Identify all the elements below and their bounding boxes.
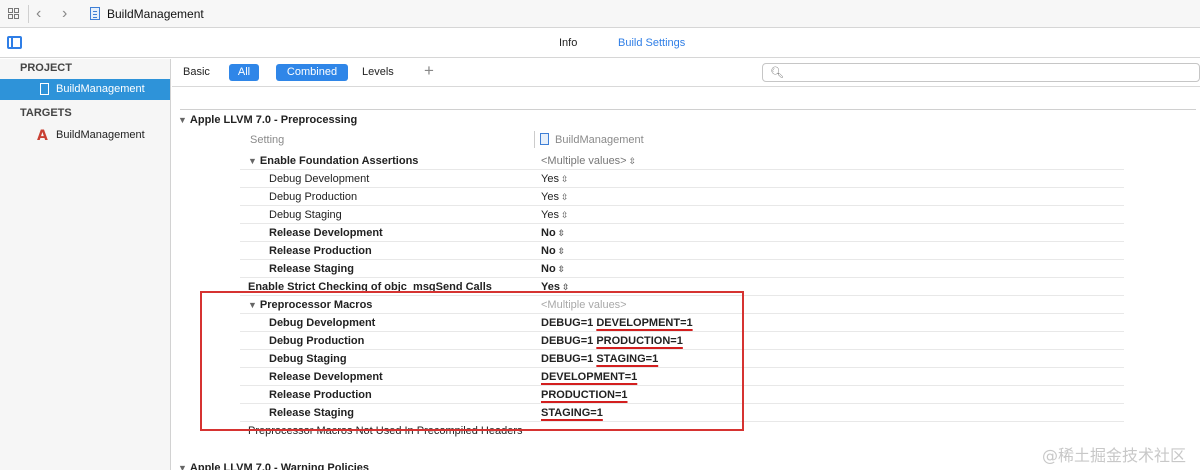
related-items-grid-icon[interactable] bbox=[8, 8, 19, 19]
search-icon: 🔍︎ bbox=[770, 67, 784, 79]
project-navigator: PROJECT BuildManagement TARGETS A BuildM… bbox=[0, 59, 171, 470]
setting-value: Yes bbox=[541, 209, 559, 221]
stepper-icon[interactable]: ⇳ bbox=[558, 228, 566, 238]
column-header-setting: Setting bbox=[250, 134, 285, 146]
setting-row[interactable]: Debug Staging Yes ⇳ bbox=[240, 206, 1124, 224]
disclosure-triangle-icon[interactable]: ▼ bbox=[178, 463, 187, 470]
setting-row[interactable]: Release Development No ⇳ bbox=[240, 224, 1124, 242]
app-target-icon: A bbox=[37, 128, 48, 144]
setting-value: No bbox=[541, 227, 556, 239]
stepper-icon[interactable]: ⇳ bbox=[561, 210, 569, 220]
setting-row[interactable]: Debug Production Yes ⇳ bbox=[240, 188, 1124, 206]
stepper-icon[interactable]: ⇳ bbox=[561, 192, 569, 202]
back-arrow-icon[interactable]: ‹ bbox=[36, 5, 41, 23]
navigator-project-label: BuildManagement bbox=[56, 83, 145, 95]
forward-arrow-icon[interactable]: › bbox=[62, 5, 67, 23]
navigator-project-item[interactable]: BuildManagement bbox=[0, 79, 170, 100]
setting-value: <Multiple values> bbox=[541, 155, 627, 167]
section-header[interactable]: ▼ Apple LLVM 7.0 - Warning Policies bbox=[178, 462, 369, 470]
filter-basic-button[interactable]: Basic bbox=[183, 66, 210, 78]
setting-row[interactable]: Release Staging No ⇳ bbox=[240, 260, 1124, 278]
setting-name: Release Staging bbox=[269, 263, 354, 275]
section-title: Apple LLVM 7.0 - Preprocessing bbox=[189, 114, 358, 126]
search-field[interactable]: 🔍︎ bbox=[762, 63, 1200, 82]
setting-value: No bbox=[541, 245, 556, 257]
section-title: Apple LLVM 7.0 - Warning Policies bbox=[189, 462, 369, 470]
disclosure-triangle-icon[interactable]: ▼ bbox=[178, 115, 187, 125]
setting-name: Enable Foundation Assertions bbox=[259, 155, 419, 167]
column-header-target: BuildManagement bbox=[540, 133, 644, 146]
setting-value: Yes bbox=[541, 173, 559, 185]
disclosure-triangle-icon[interactable]: ▼ bbox=[248, 156, 257, 166]
setting-name: Debug Development bbox=[269, 173, 370, 185]
add-setting-button[interactable]: + bbox=[424, 61, 434, 81]
setting-value: Yes bbox=[541, 191, 559, 203]
tab-info[interactable]: Info bbox=[559, 37, 577, 49]
targets-header: TARGETS bbox=[20, 107, 72, 119]
filter-all-button[interactable]: All bbox=[229, 64, 259, 81]
setting-row[interactable]: Debug Development Yes ⇳ bbox=[240, 170, 1124, 188]
project-file-icon bbox=[90, 7, 100, 20]
stepper-icon[interactable]: ⇳ bbox=[629, 156, 637, 166]
column-target-label: BuildManagement bbox=[555, 134, 644, 146]
stepper-icon[interactable]: ⇳ bbox=[558, 246, 566, 256]
project-header: PROJECT bbox=[20, 62, 72, 74]
setting-value: No bbox=[541, 263, 556, 275]
project-file-icon bbox=[40, 83, 49, 95]
setting-name: Debug Staging bbox=[269, 209, 342, 221]
sidebar-toggle-icon[interactable] bbox=[7, 36, 22, 49]
setting-row[interactable]: ▼ Enable Foundation Assertions <Multiple … bbox=[240, 152, 1124, 170]
editor-tab-bar: Info Build Settings bbox=[0, 28, 1200, 58]
stepper-icon[interactable]: ⇳ bbox=[558, 264, 566, 274]
breadcrumb-project[interactable]: BuildManagement bbox=[107, 7, 204, 21]
setting-row[interactable]: Release Production No ⇳ bbox=[240, 242, 1124, 260]
project-file-icon bbox=[540, 133, 549, 145]
setting-name: Release Production bbox=[269, 245, 372, 257]
watermark: @稀土掘金技术社区 bbox=[1041, 446, 1186, 465]
annotation-highlight-box bbox=[200, 291, 744, 431]
stepper-icon[interactable]: ⇳ bbox=[561, 174, 569, 184]
filter-levels-button[interactable]: Levels bbox=[362, 66, 394, 78]
setting-name: Debug Production bbox=[269, 191, 358, 203]
setting-name: Release Development bbox=[269, 227, 383, 239]
divider bbox=[28, 5, 29, 23]
section-header[interactable]: ▼ Apple LLVM 7.0 - Preprocessing bbox=[178, 114, 357, 126]
column-divider bbox=[534, 131, 535, 148]
jump-bar: ‹ › BuildManagement bbox=[0, 0, 1200, 28]
filter-combined-button[interactable]: Combined bbox=[276, 64, 348, 81]
navigator-target-item[interactable]: A BuildManagement bbox=[0, 126, 170, 146]
navigator-target-label: BuildManagement bbox=[56, 129, 145, 141]
tab-build-settings[interactable]: Build Settings bbox=[618, 37, 685, 49]
settings-filter-bar: Basic All Combined Levels + 🔍︎ bbox=[172, 59, 1200, 87]
section-divider bbox=[180, 109, 1196, 110]
search-input[interactable] bbox=[789, 65, 1189, 80]
build-settings-content: ▼ Apple LLVM 7.0 - Preprocessing Setting … bbox=[172, 88, 1200, 470]
